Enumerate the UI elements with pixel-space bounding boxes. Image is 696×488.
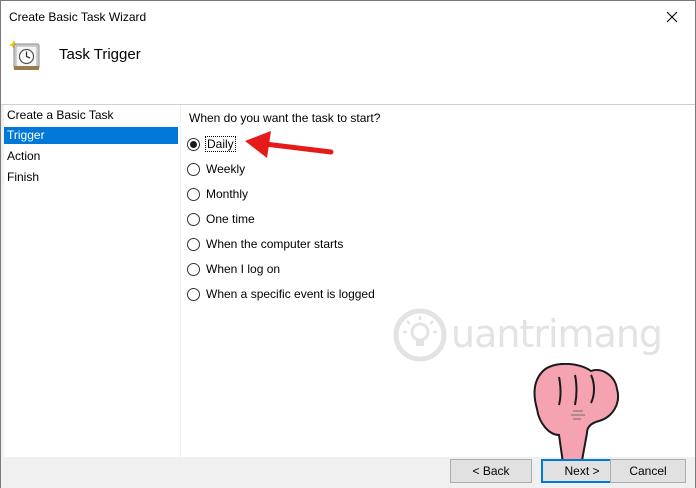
radio-button[interactable] [187, 287, 200, 301]
watermark: uantrimang [393, 308, 665, 362]
lightbulb-logo-icon [393, 308, 447, 362]
page-title: Task Trigger [59, 46, 141, 63]
radio-monthly[interactable]: Monthly [187, 185, 248, 203]
radio-button[interactable] [187, 212, 200, 226]
radio-dot [190, 140, 197, 148]
radio-weekly[interactable]: Weekly [187, 160, 245, 178]
radio-button[interactable] [187, 237, 200, 251]
wizard-header: Task Trigger [1, 32, 695, 104]
sidebar-item-label: Action [7, 149, 41, 163]
sidebar-item-label: Create a Basic Task [7, 108, 114, 122]
task-scheduler-clock-icon [9, 40, 40, 70]
radio-one-time[interactable]: One time [187, 210, 255, 228]
radio-button-selected[interactable] [187, 137, 200, 151]
radio-label: One time [206, 212, 255, 226]
cancel-button[interactable]: Cancel [610, 459, 686, 483]
radio-label: When I log on [206, 262, 281, 276]
back-button-label: < Back [472, 464, 510, 478]
sidebar-item-label: Trigger [7, 128, 45, 142]
close-icon [666, 11, 678, 22]
radio-button[interactable] [187, 262, 200, 276]
radio-button[interactable] [187, 162, 200, 176]
trigger-question: When do you want the task to start? [189, 111, 381, 125]
sidebar-item-label: Finish [7, 170, 40, 184]
radio-computer-starts[interactable]: When the computer starts [187, 235, 343, 253]
close-button[interactable] [649, 1, 695, 32]
window-title: Create Basic Task Wizard [9, 10, 147, 24]
radio-label: Daily [205, 136, 236, 152]
wizard-window: Create Basic Task Wizard Task Trigger Cr… [0, 0, 696, 488]
radio-label: Weekly [206, 162, 246, 176]
sidebar-item-create-a-basic-task[interactable]: Create a Basic Task [4, 107, 178, 124]
watermark-text: uantrimang [451, 312, 663, 356]
sidebar-item-action[interactable]: Action [4, 148, 178, 165]
back-button[interactable]: < Back [450, 459, 532, 483]
radio-label: Monthly [206, 187, 249, 201]
next-button-label: Next > [564, 464, 600, 478]
sidebar-item-trigger[interactable]: Trigger [4, 127, 178, 144]
radio-button[interactable] [187, 187, 200, 201]
cancel-button-label: Cancel [629, 464, 667, 478]
sidebar-item-finish[interactable]: Finish [4, 169, 178, 186]
radio-log-on[interactable]: When I log on [187, 260, 280, 278]
wizard-steps-sidebar: Create a Basic Task Trigger Action Finis… [4, 105, 180, 457]
radio-daily[interactable]: Daily [187, 135, 236, 153]
radio-label: When a specific event is logged [206, 287, 375, 301]
red-arrow-annotation-icon [245, 131, 334, 158]
title-bar: Create Basic Task Wizard [1, 1, 695, 32]
radio-event-logged[interactable]: When a specific event is logged [187, 285, 375, 303]
radio-label: When the computer starts [206, 237, 344, 251]
